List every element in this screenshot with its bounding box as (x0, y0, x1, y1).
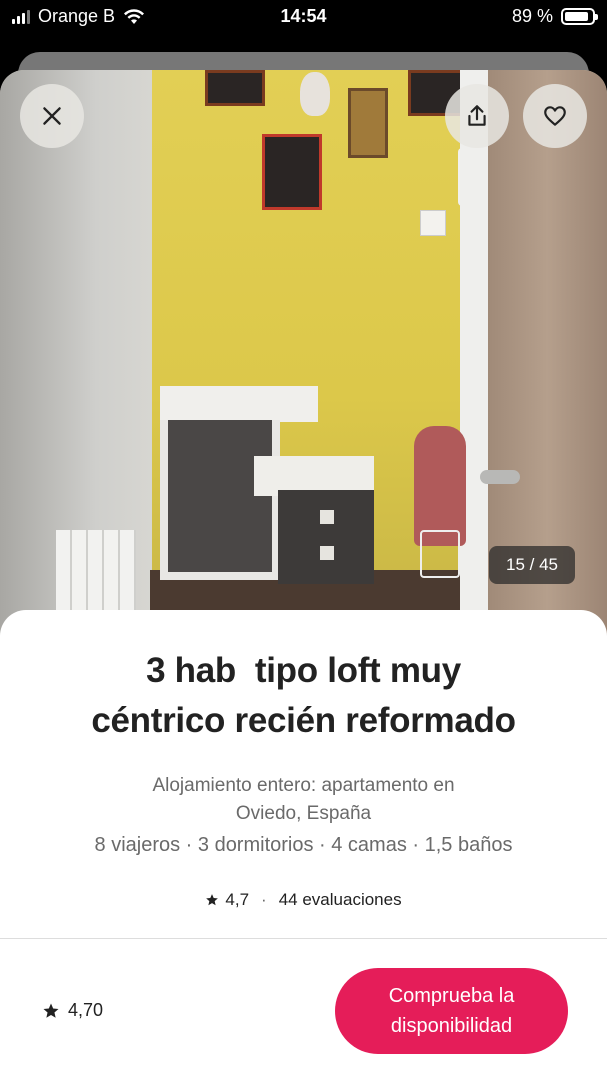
heart-icon (544, 106, 566, 126)
battery-icon (561, 8, 598, 25)
share-button[interactable] (445, 84, 509, 148)
battery-percent: 89 % (511, 6, 553, 26)
share-icon (468, 105, 486, 126)
listing-subtitle-line2: Oviedo, España (235, 803, 372, 824)
footer-rating-value: 4,70 (68, 1000, 104, 1020)
reviews-link[interactable]: 44 evaluaciones (279, 890, 402, 910)
listing-title: 3 hab tipo loft muy céntrico recién refo… (20, 646, 587, 746)
listing-title-line2: céntrico recién reformado (91, 701, 516, 740)
photo-mask (300, 72, 330, 116)
save-favorite-button[interactable] (523, 84, 587, 148)
photo-cabinet (160, 420, 280, 580)
listing-photo[interactable]: 15 / 45 (0, 70, 607, 670)
photo-door-handle (480, 470, 520, 484)
status-right: 89 % (511, 6, 598, 27)
divider (0, 938, 607, 939)
photo-frame-2 (348, 88, 388, 158)
rating-separator: · (261, 890, 267, 909)
close-button[interactable] (20, 84, 84, 148)
photo-frame-4 (262, 134, 322, 210)
photo-counter: 15 / 45 (489, 546, 575, 584)
photo-shelf (160, 386, 318, 422)
listing-title-line1: 3 hab tipo loft muy (146, 651, 461, 690)
photo-drawers (278, 490, 374, 584)
listing-subtitle: Alojamiento entero: apartamento en Ovied… (60, 772, 547, 828)
star-icon (206, 894, 219, 906)
listing-info-card: 3 hab tipo loft muy céntrico recién refo… (0, 610, 607, 1080)
photo-drawer-knob (320, 510, 334, 524)
rating-value: 4,7 (225, 890, 250, 909)
star-icon (43, 1003, 59, 1018)
listing-details: 8 viajeros · 3 dormitorios · 4 camas · 1… (94, 834, 513, 856)
photo-umbrella-stand (420, 530, 460, 578)
battery-level (565, 12, 589, 21)
photo-drawer-knob (320, 546, 334, 560)
photo-frame-1 (205, 70, 265, 106)
listing-subtitle-line1: Alojamiento entero: apartamento en (152, 775, 455, 796)
close-icon (43, 107, 61, 125)
photo-umbrella (414, 426, 466, 546)
photo-switch (420, 210, 446, 236)
status-bar: Orange B 14:54 89 % (0, 0, 607, 34)
check-availability-button[interactable]: Comprueba la disponibilidad (335, 968, 568, 1054)
rating-summary[interactable]: 4,7 · 44 evaluaciones (0, 890, 607, 910)
footer-rating: 4,70 (42, 1000, 103, 1021)
